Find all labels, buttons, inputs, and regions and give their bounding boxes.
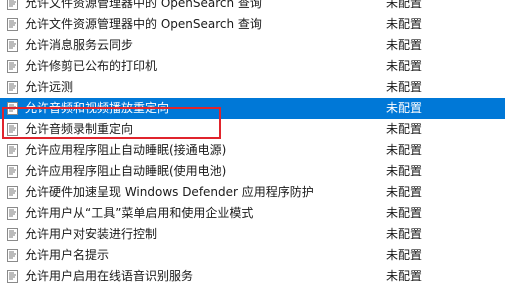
policy-row[interactable]: 允许文件资源管理器中的 OpenSearch 查询 未配置	[0, 14, 505, 35]
policy-state: 未配置	[386, 122, 423, 136]
policy-name: 允许远测	[25, 80, 74, 94]
policy-name: 允许用户名提示	[25, 248, 110, 262]
policy-settings-list: 允许文件资源管理器中的 OpenSearch 查询 未配置 允许文件资源管理器中的 …	[0, 0, 505, 299]
policy-name: 允许用户从“工具”菜单启用和使用企业模式	[25, 206, 254, 220]
policy-row[interactable]: 允许硬件加速呈现 Windows Defender 应用程序防护 未配置	[0, 182, 505, 203]
policy-row[interactable]: 允许应用程序阻止自动睡眠(接通电源) 未配置	[0, 140, 505, 161]
policy-state: 未配置	[386, 269, 423, 283]
policy-row[interactable]: 允许用户从“工具”菜单启用和使用企业模式 未配置	[0, 203, 505, 224]
policy-row[interactable]: 允许远测 未配置	[0, 77, 505, 98]
policy-name: 允许音频录制重定向	[25, 122, 134, 136]
policy-setting-icon	[7, 39, 18, 52]
policy-state: 未配置	[386, 164, 423, 178]
policy-name: 允许修剪已公布的打印机	[25, 59, 158, 73]
policy-row-selected[interactable]: 允许音频和视频播放重定向 未配置	[0, 98, 505, 119]
policy-setting-icon	[7, 102, 18, 115]
policy-name: 允许应用程序阻止自动睡眠(接通电源)	[25, 143, 227, 157]
policy-row[interactable]: 允许用户对安装进行控制 未配置	[0, 224, 505, 245]
policy-setting-icon	[7, 123, 18, 136]
policy-row[interactable]: 允许音频录制重定向 未配置	[0, 119, 505, 140]
policy-setting-icon	[7, 207, 18, 220]
policy-state: 未配置	[386, 143, 423, 157]
policy-row[interactable]: 允许应用程序阻止自动睡眠(使用电池) 未配置	[0, 161, 505, 182]
policy-name: 允许消息服务云同步	[25, 38, 134, 52]
policy-name: 允许用户对安装进行控制	[25, 227, 158, 241]
policy-state: 未配置	[386, 59, 423, 73]
policy-state: 未配置	[386, 206, 423, 220]
policy-state: 未配置	[386, 227, 423, 241]
policy-state: 未配置	[386, 248, 423, 262]
policy-state: 未配置	[386, 80, 423, 94]
policy-row[interactable]: 允许用户启用在线语音识别服务 未配置	[0, 266, 505, 287]
policy-setting-icon	[7, 228, 18, 241]
policy-setting-icon	[7, 18, 18, 31]
policy-setting-icon	[7, 0, 18, 10]
policy-setting-icon	[7, 144, 18, 157]
policy-setting-icon	[7, 60, 18, 73]
policy-row[interactable]: 允许修剪已公布的打印机 未配置	[0, 56, 505, 77]
policy-name: 允许用户启用在线语音识别服务	[25, 269, 194, 283]
policy-state: 未配置	[386, 101, 423, 115]
policy-setting-icon	[7, 186, 18, 199]
policy-name: 允许文件资源管理器中的 OpenSearch 查询	[25, 0, 262, 10]
policy-state: 未配置	[386, 0, 423, 10]
policy-name: 允许硬件加速呈现 Windows Defender 应用程序防护	[25, 185, 314, 199]
policy-rows: 允许文件资源管理器中的 OpenSearch 查询 未配置 允许文件资源管理器中的 …	[0, 0, 505, 287]
policy-name: 允许应用程序阻止自动睡眠(使用电池)	[25, 164, 227, 178]
policy-setting-icon	[7, 165, 18, 178]
policy-state: 未配置	[386, 38, 423, 52]
policy-state: 未配置	[386, 185, 423, 199]
policy-row[interactable]: 允许用户名提示 未配置	[0, 245, 505, 266]
policy-state: 未配置	[386, 17, 423, 31]
policy-row[interactable]: 允许消息服务云同步 未配置	[0, 35, 505, 56]
policy-name: 允许音频和视频播放重定向	[25, 101, 170, 115]
policy-row[interactable]: 允许文件资源管理器中的 OpenSearch 查询 未配置	[0, 0, 505, 14]
policy-setting-icon	[7, 249, 18, 262]
policy-name: 允许文件资源管理器中的 OpenSearch 查询	[25, 17, 262, 31]
policy-setting-icon	[7, 270, 18, 283]
policy-setting-icon	[7, 81, 18, 94]
